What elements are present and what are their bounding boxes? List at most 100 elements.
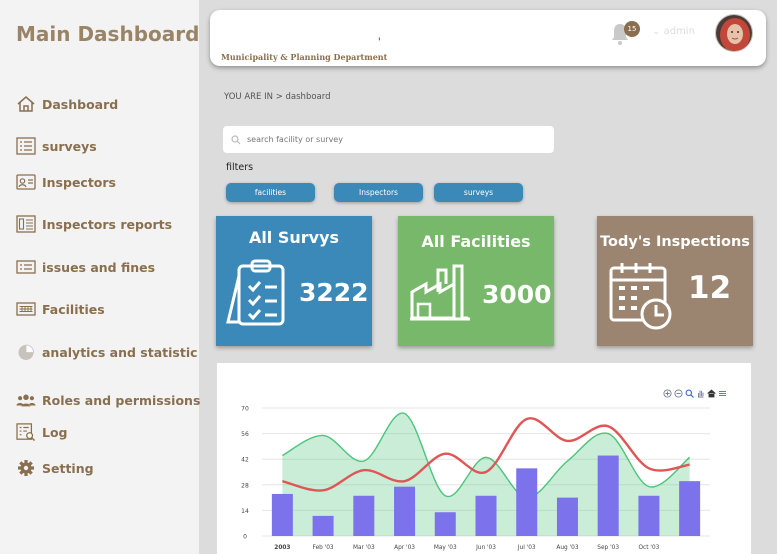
bar [353, 495, 375, 536]
y-tick-label: 42 [241, 457, 249, 464]
list-icon [16, 137, 36, 155]
filter-chip-inspectors[interactable]: Inspectors [334, 183, 423, 202]
pie-chart-icon [18, 344, 34, 360]
area-series-line [282, 412, 691, 499]
card-value: 12 [688, 270, 732, 306]
sidebar-title: Main Dashboard [16, 22, 200, 46]
top-header: دائرة البلدية والتخطيط Municipality & Pl… [210, 10, 766, 66]
bar [516, 468, 538, 536]
sidebar-item-log[interactable]: Log [16, 423, 68, 441]
sidebar: Main Dashboard Dashboard surveys Inspect… [0, 0, 200, 554]
card-all-surveys[interactable]: All Survys 3222 [216, 216, 372, 346]
bar [597, 455, 619, 536]
filter-chip-surveys[interactable]: surveys [434, 183, 523, 202]
search-icon [231, 134, 241, 144]
sidebar-item-label: Roles and permissions [42, 392, 201, 408]
search-input[interactable] [247, 135, 537, 144]
sidebar-item-roles[interactable]: Roles and permissions [16, 391, 200, 409]
pan-hand-icon[interactable] [696, 389, 705, 398]
calendar-icon [609, 263, 672, 330]
card-value: 3000 [482, 280, 552, 309]
avatar-image [716, 15, 752, 51]
x-tick-label: Aug '03 [556, 545, 578, 551]
sidebar-item-inspectors-reports[interactable]: Inspectors reports [16, 215, 172, 233]
search-box[interactable] [223, 126, 554, 153]
reset-home-icon[interactable] [707, 389, 716, 398]
bar [434, 512, 456, 536]
chevron-down-icon: ⌄ [652, 26, 661, 37]
sidebar-item-label: Inspectors [42, 174, 116, 190]
id-card-icon [16, 174, 36, 190]
bar [679, 481, 701, 536]
gear-icon [18, 460, 34, 476]
card-title: All Facilities [421, 232, 531, 251]
sidebar-item-label: issues and fines [42, 259, 156, 275]
user-name: admin [663, 26, 695, 37]
bar [312, 515, 334, 536]
x-tick-label: Feb '03 [313, 545, 334, 551]
user-menu[interactable]: ⌄ admin [652, 26, 695, 37]
avatar[interactable] [715, 14, 753, 52]
y-tick-label: 56 [241, 431, 249, 438]
sidebar-item-label: Inspectors reports [42, 216, 173, 232]
y-tick-label: 70 [241, 406, 249, 413]
bar [475, 495, 497, 536]
card-todays-inspections[interactable]: Tody's Inspections 12 [597, 216, 753, 346]
x-tick-label: Apr '03 [394, 545, 415, 551]
chart-toolbar [663, 389, 727, 398]
zoom-in-icon[interactable] [663, 389, 672, 398]
card-value: 3222 [299, 278, 369, 307]
ticket-icon [16, 260, 36, 274]
y-tick-label: 14 [241, 508, 249, 515]
card-all-facilities[interactable]: All Facilities 3000 [398, 216, 554, 346]
bar [638, 495, 660, 536]
x-tick-label: Jul '03 [517, 545, 536, 551]
card-title: All Survys [248, 228, 340, 247]
sidebar-item-inspectors[interactable]: Inspectors [16, 173, 116, 191]
x-tick-label: Oct '03 [638, 545, 659, 551]
x-tick-label: 2003 [274, 545, 290, 551]
sidebar-item-surveys[interactable]: surveys [16, 137, 97, 155]
x-tick-label: Mar '03 [353, 545, 375, 551]
line-series [282, 417, 690, 492]
x-tick-label: Sep '03 [597, 545, 619, 551]
sidebar-item-label: analytics and statistic [42, 344, 198, 360]
svg-text:دائرة البلدية والتخطيط: دائرة البلدية والتخطيط [378, 19, 380, 47]
department-logo: دائرة البلدية والتخطيط Municipality & Pl… [220, 14, 390, 62]
card-title: Tody's Inspections [600, 234, 750, 250]
sidebar-item-issues-and-fines[interactable]: issues and fines [16, 258, 155, 276]
menu-icon[interactable] [718, 389, 727, 398]
y-tick-label: 0 [243, 534, 247, 541]
keyboard-icon [16, 302, 36, 316]
factory-icon [410, 264, 470, 321]
sidebar-item-setting[interactable]: Setting [16, 459, 94, 477]
sidebar-item-dashboard[interactable]: Dashboard [16, 95, 118, 113]
arabic-logo-lettering: دائرة البلدية والتخطيط [378, 19, 380, 47]
zoom-selection-icon[interactable] [685, 389, 694, 398]
sidebar-item-label: Setting [42, 460, 94, 476]
zoom-out-icon[interactable] [674, 389, 683, 398]
filter-chip-facilities[interactable]: facilities [226, 183, 315, 202]
filters-label: filters [226, 162, 254, 173]
sidebar-item-label: Log [42, 424, 68, 440]
area-series-fill [282, 413, 690, 536]
users-icon [16, 394, 36, 407]
chart-panel: 0 14 28 42 56 70 2003 Feb '03 Mar '03 Apr '03 May… [217, 363, 751, 554]
logo-english-text: Municipality & Planning Department [221, 52, 388, 62]
sidebar-item-facilities[interactable]: Facilities [16, 300, 105, 318]
home-icon [17, 96, 35, 112]
bar [394, 486, 416, 536]
x-tick-label: Jun '03 [475, 545, 496, 551]
sidebar-item-label: Dashboard [42, 96, 119, 112]
sidebar-item-analytics[interactable]: analytics and statistic [16, 343, 198, 361]
bar [271, 493, 293, 536]
sidebar-item-label: Facilities [42, 301, 105, 317]
notification-badge: 15 [624, 21, 640, 37]
report-icon [16, 215, 36, 233]
breadcrumb: YOU ARE IN > dashboard [224, 92, 331, 102]
sidebar-item-label: surveys [42, 138, 97, 154]
log-icon [16, 423, 36, 441]
bar [556, 497, 578, 536]
x-tick-label: May '03 [434, 545, 457, 551]
clipboard-icon [226, 259, 285, 326]
